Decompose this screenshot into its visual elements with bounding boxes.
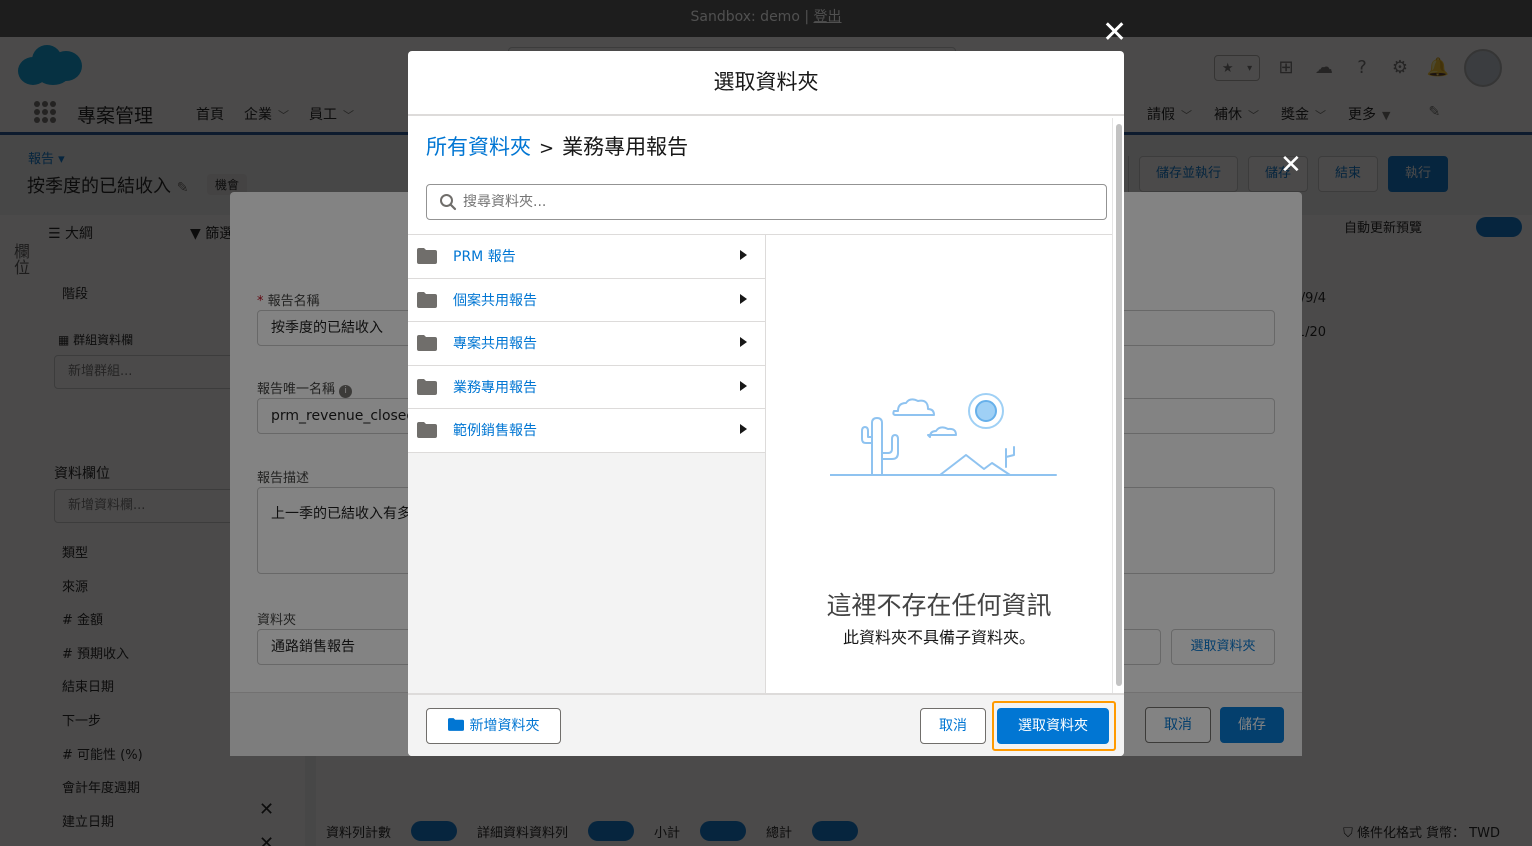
folder-label: 業務專用報告 [453, 379, 537, 396]
new-folder-button[interactable]: 新增資料夾 [426, 708, 561, 744]
empty-state: 這裡不存在任何資訊 此資料夾不具備子資料夾。 [766, 234, 1112, 693]
caret-right-icon[interactable] [740, 250, 747, 260]
caret-right-icon[interactable] [740, 380, 747, 391]
folder-label: 範例銷售報告 [453, 423, 537, 440]
cancel-button[interactable]: 取消 [920, 708, 986, 744]
breadcrumb-all-folders[interactable]: 所有資料夾 [426, 135, 531, 159]
search-icon [440, 194, 457, 211]
folder-label: 專案共用報告 [453, 336, 537, 353]
list-item[interactable]: 個案共用報告 [408, 278, 765, 322]
folder-icon [417, 378, 437, 395]
folder-label: PRM 報告 [453, 249, 516, 266]
close-icon[interactable]: ✕ [1102, 18, 1127, 48]
folder-icon [417, 422, 437, 439]
breadcrumb-current: 業務專用報告 [562, 135, 689, 159]
scroll-thumb[interactable] [1116, 124, 1122, 686]
empty-state-subtitle: 此資料夾不具備子資料夾。 [842, 628, 1035, 647]
select-folder-modal: 選取資料夾 所有資料夾 > 業務專用報告 PRM 報告 個案共用報告 專案共用報告 … [408, 51, 1124, 756]
list-item[interactable]: 範例銷售報告 [408, 409, 765, 453]
close-icon[interactable]: ✕ [1280, 150, 1302, 180]
caret-right-icon[interactable] [740, 293, 747, 304]
chevron-right-icon: > [539, 138, 555, 159]
list-item[interactable]: 業務專用報告 [408, 365, 765, 409]
folder-icon [417, 248, 437, 265]
caret-right-icon[interactable] [740, 424, 747, 434]
folder-icon [447, 718, 464, 731]
folder-label: 個案共用報告 [453, 292, 537, 309]
modal-footer: 新增資料夾 取消 選取資料夾 [408, 693, 1124, 756]
folder-list: PRM 報告 個案共用報告 專案共用報告 業務專用報告 範例銷售報告 [408, 234, 766, 693]
breadcrumb: 所有資料夾 > 業務專用報告 [426, 131, 688, 161]
list-item[interactable]: 專案共用報告 [408, 322, 765, 366]
folder-search-input[interactable] [463, 185, 1093, 219]
folder-icon [417, 335, 437, 352]
desert-illustration [830, 393, 1057, 476]
list-item[interactable]: PRM 報告 [408, 235, 765, 279]
folder-icon [417, 291, 437, 308]
caret-right-icon[interactable] [740, 337, 747, 347]
modal-scrollbar[interactable] [1112, 118, 1124, 693]
folder-search-field[interactable] [426, 184, 1107, 220]
select-folder-button[interactable]: 選取資料夾 [997, 708, 1109, 744]
modal-title: 選取資料夾 [408, 51, 1124, 116]
empty-state-title: 這裡不存在任何資訊 [826, 591, 1052, 620]
